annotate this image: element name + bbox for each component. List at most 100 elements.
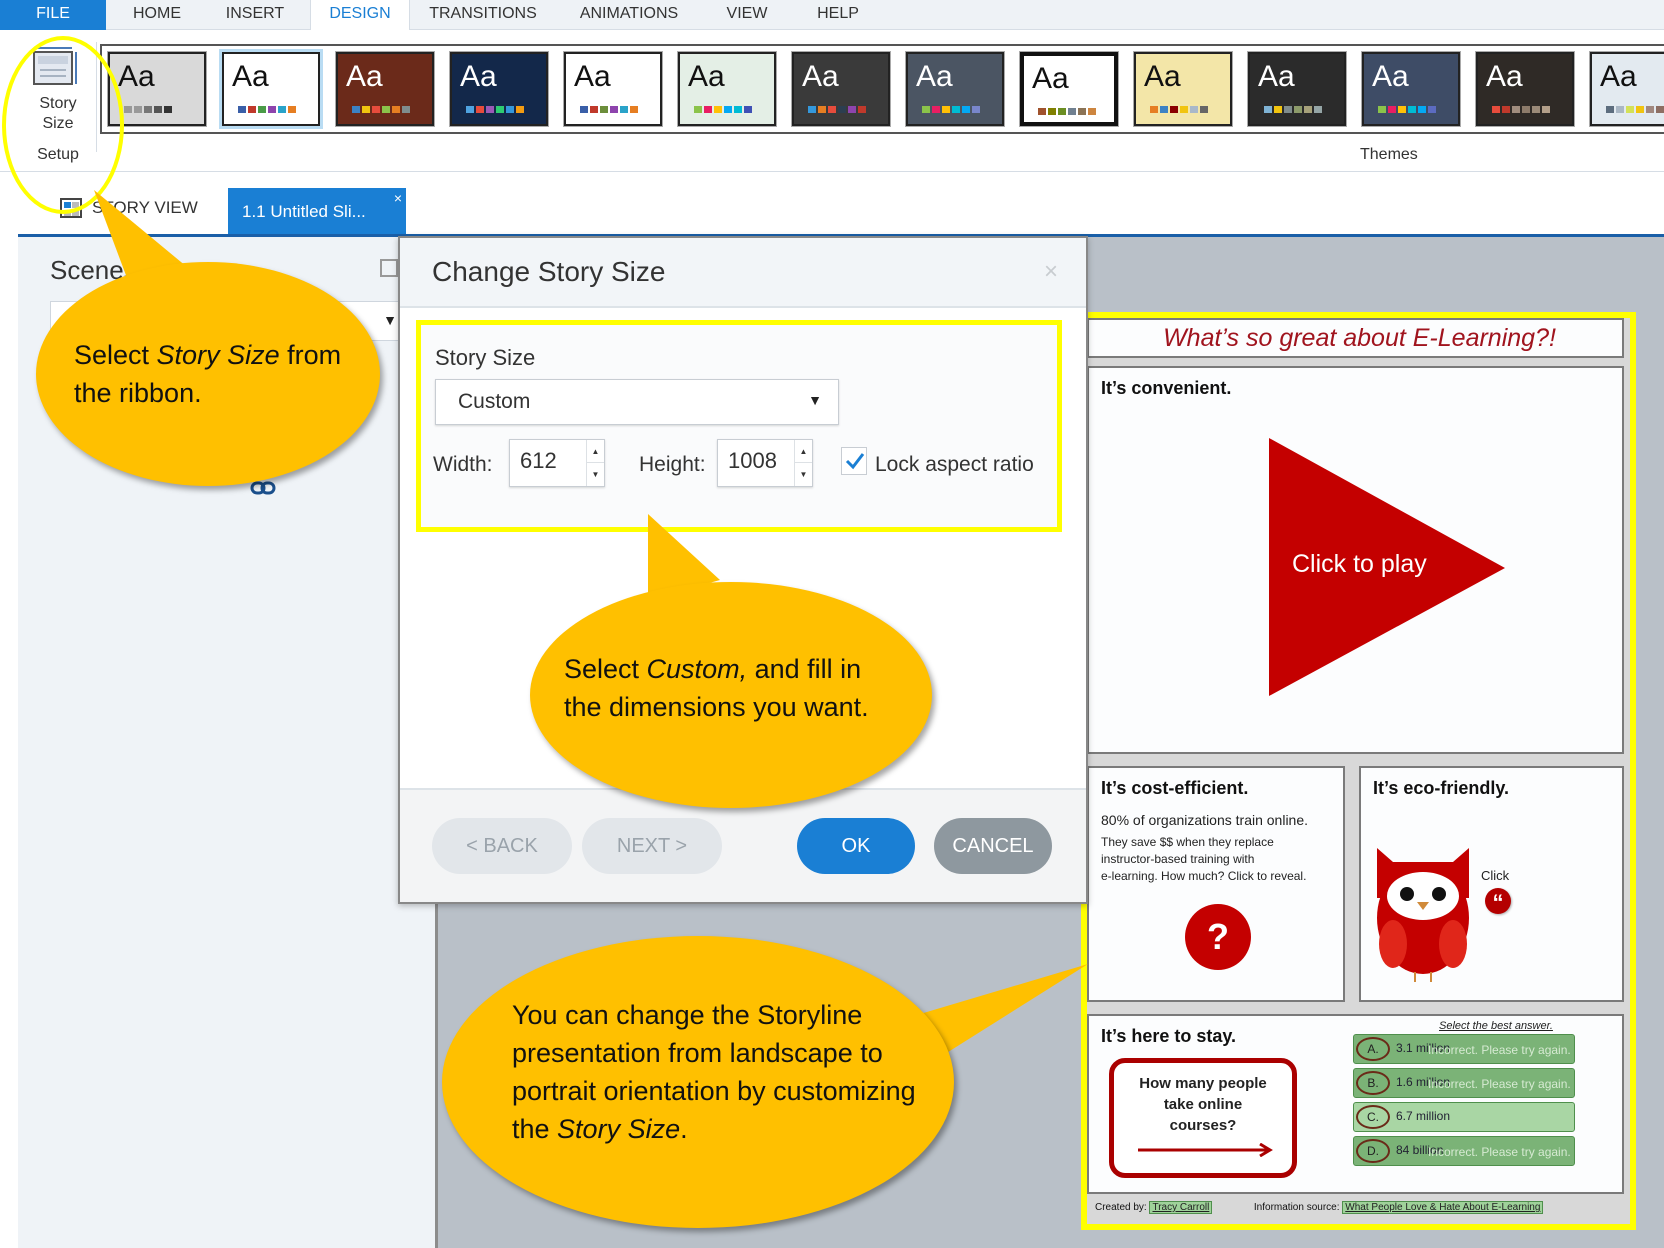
color-swatch <box>382 106 390 113</box>
close-tab-icon[interactable]: × <box>394 174 402 222</box>
color-swatch <box>1078 108 1086 115</box>
theme-thumbnail[interactable]: Aa <box>1133 51 1233 127</box>
theme-thumbnail[interactable]: Aa <box>791 51 891 127</box>
color-swatch <box>620 106 628 113</box>
tab-insert[interactable]: INSERT <box>210 0 300 30</box>
color-swatch <box>1048 108 1056 115</box>
custom-callout-text: Select Custom, and fill in the dimension… <box>564 650 904 726</box>
color-swatch <box>124 106 132 113</box>
color-swatch <box>1606 106 1614 113</box>
next-button[interactable]: NEXT > <box>582 818 722 874</box>
story-size-select[interactable]: Custom ▼ <box>435 379 839 425</box>
height-increment-icon[interactable]: ▲ <box>795 440 812 463</box>
theme-thumbnail[interactable]: Aa <box>335 51 435 127</box>
dialog-title: Change Story Size <box>432 256 666 287</box>
lock-aspect-ratio-checkbox[interactable] <box>841 447 867 475</box>
slide-tab[interactable]: 1.1 Untitled Sli... × <box>228 188 406 236</box>
theme-color-swatches <box>1606 106 1664 113</box>
back-button[interactable]: < BACK <box>432 818 572 874</box>
color-swatch <box>392 106 400 113</box>
ribbon-callout: Select Story Size from the ribbon. <box>36 262 380 486</box>
restore-panel-icon[interactable] <box>380 259 398 277</box>
color-swatch <box>1388 106 1396 113</box>
theme-thumbnail[interactable]: Aa <box>219 49 323 129</box>
theme-preview-text: Aa <box>1032 62 1069 95</box>
tab-home[interactable]: HOME <box>112 0 202 30</box>
color-swatch <box>1180 106 1188 113</box>
tab-design[interactable]: DESIGN <box>310 0 410 31</box>
cancel-button[interactable]: CANCEL <box>934 818 1052 874</box>
theme-thumbnail[interactable]: Aa <box>1475 51 1575 127</box>
close-icon[interactable]: × <box>1044 258 1058 286</box>
color-swatch <box>1038 108 1046 115</box>
color-swatch <box>828 106 836 113</box>
color-swatch <box>818 106 826 113</box>
custom-callout: Select Custom, and fill in the dimension… <box>530 582 932 808</box>
orientation-callout-text: You can change the Storyline presentatio… <box>512 996 932 1148</box>
tab-file[interactable]: FILE <box>0 0 106 30</box>
theme-preview-text: Aa <box>688 60 725 93</box>
width-input[interactable]: 612 <box>520 448 557 474</box>
theme-thumbnail[interactable]: Aa <box>1247 51 1347 127</box>
tab-transitions[interactable]: TRANSITIONS <box>418 0 548 30</box>
color-swatch <box>1150 106 1158 113</box>
color-swatch <box>858 106 866 113</box>
theme-thumbnail[interactable]: Aa <box>1589 51 1664 127</box>
color-swatch <box>942 106 950 113</box>
color-swatch <box>744 106 752 113</box>
color-swatch <box>496 106 504 113</box>
tab-view[interactable]: VIEW <box>710 0 784 30</box>
width-decrement-icon[interactable]: ▼ <box>587 463 604 486</box>
color-swatch <box>1068 108 1076 115</box>
view-tabstrip: STORY VIEW 1.1 Untitled Sli... × <box>0 172 1664 236</box>
color-swatch <box>1190 106 1198 113</box>
color-swatch <box>962 106 970 113</box>
tab-animations[interactable]: ANIMATIONS <box>564 0 694 30</box>
themes-group-label: Themes <box>1360 146 1418 163</box>
theme-thumbnail[interactable]: Aa <box>563 51 663 127</box>
color-swatch <box>610 106 618 113</box>
color-swatch <box>238 106 246 113</box>
theme-preview-text: Aa <box>232 60 269 93</box>
color-swatch <box>134 106 142 113</box>
theme-color-swatches <box>1150 106 1208 113</box>
theme-color-swatches <box>1492 106 1550 113</box>
color-swatch <box>1502 106 1510 113</box>
color-swatch <box>1314 106 1322 113</box>
height-stepper[interactable]: 1008 ▲ ▼ <box>717 439 813 487</box>
callout-text-emphasis: Custom, <box>646 654 748 684</box>
theme-thumbnail[interactable]: Aa <box>449 51 549 127</box>
color-swatch <box>734 106 742 113</box>
color-swatch <box>1616 106 1624 113</box>
theme-thumbnail[interactable]: Aa <box>677 51 777 127</box>
theme-color-swatches <box>352 106 410 113</box>
tab-help[interactable]: HELP <box>798 0 878 30</box>
ok-button[interactable]: OK <box>797 818 915 874</box>
color-swatch <box>1088 108 1096 115</box>
callout-text-emphasis: Story Size <box>156 340 280 370</box>
color-swatch <box>630 106 638 113</box>
color-swatch <box>1636 106 1644 113</box>
height-decrement-icon[interactable]: ▼ <box>795 463 812 486</box>
theme-thumbnail[interactable]: Aa <box>1019 51 1119 127</box>
story-size-highlight: Story Size Custom ▼ Width: 612 ▲ ▼ Heigh… <box>416 320 1062 532</box>
theme-preview-text: Aa <box>1600 60 1637 93</box>
theme-thumbnail[interactable]: Aa <box>1361 51 1461 127</box>
themes-gallery: Aa Aa Aa Aa Aa Aa Aa Aa Aa Aa Aa Aa Aa Aa <box>100 44 1664 134</box>
theme-color-swatches <box>238 106 296 113</box>
color-swatch <box>1294 106 1302 113</box>
theme-thumbnail[interactable]: Aa <box>905 51 1005 127</box>
color-swatch <box>724 106 732 113</box>
width-stepper[interactable]: 612 ▲ ▼ <box>509 439 605 487</box>
color-swatch <box>154 106 162 113</box>
theme-preview-text: Aa <box>802 60 839 93</box>
theme-preview-text: Aa <box>1144 60 1181 93</box>
theme-preview-text: Aa <box>1486 60 1523 93</box>
color-swatch <box>972 106 980 113</box>
height-input[interactable]: 1008 <box>728 448 777 474</box>
color-swatch <box>1418 106 1426 113</box>
color-swatch <box>506 106 514 113</box>
color-swatch <box>808 106 816 113</box>
color-swatch <box>1428 106 1436 113</box>
width-increment-icon[interactable]: ▲ <box>587 440 604 463</box>
